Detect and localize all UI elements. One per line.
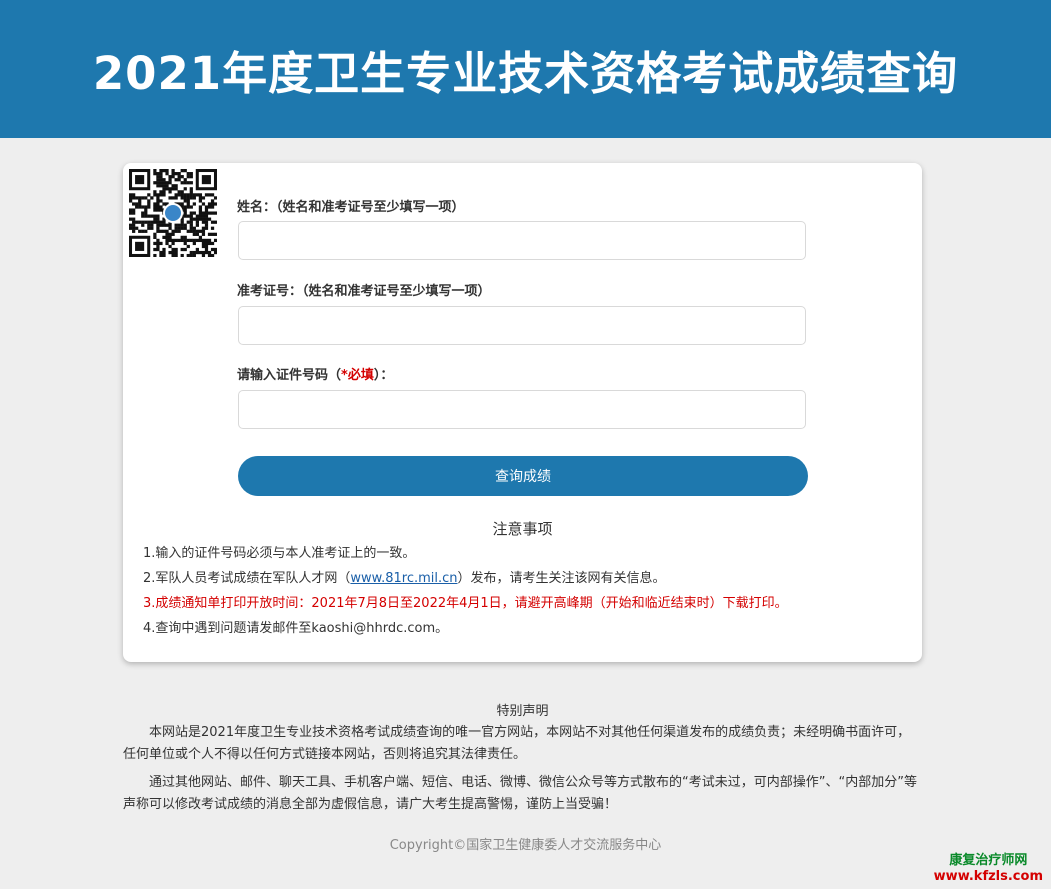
id-label-prefix: 请输入证件号码（ [237, 368, 342, 383]
ticket-number-input[interactable] [238, 306, 806, 345]
qr-code-icon [129, 169, 217, 257]
id-label-suffix: ）： [373, 368, 394, 383]
ticket-number-label: 准考证号：（姓名和准考证号至少填写一项） [237, 284, 491, 299]
notice-title: 注意事项 [492, 520, 553, 538]
name-input[interactable] [238, 221, 806, 260]
notice-list: 1.输入的证件号码必须与本人准考证上的一致。 2.军队人员考试成绩在军队人才网（… [143, 544, 913, 644]
notice-item-4: 4.查询中遇到问题请发邮件至kaoshi@hhrdc.com。 [143, 621, 449, 636]
page-title: 2021年度卫生专业技术资格考试成绩查询 [92, 46, 959, 100]
notice-item-2: 2.军队人员考试成绩在军队人才网（www.81rc.mil.cn）发布，请考生关… [143, 569, 913, 594]
id-number-input[interactable] [238, 390, 806, 429]
watermark-site-name: 康复治疗师网 [949, 853, 1028, 868]
notice-item-1: 1.输入的证件号码必须与本人准考证上的一致。 [143, 546, 416, 561]
declaration-title: 特别声明 [496, 704, 549, 719]
special-declaration: 特别声明 本网站是2021年度卫生专业技术资格考试成绩查询的唯一官方网站，本网站… [123, 700, 922, 822]
military-talent-link[interactable]: www.81rc.mil.cn [350, 571, 457, 586]
watermark: 康复治疗师网 www.kfzls.com [934, 853, 1043, 885]
query-score-button[interactable]: 查询成绩 [238, 456, 808, 496]
notice-item-2-suffix: ）发布，请考生关注该网有关信息。 [457, 571, 666, 586]
copyright: Copyright©国家卫生健康委人才交流服务中心 [389, 838, 662, 853]
notice-item-3: 3.成绩通知单打印开放时间：2021年7月8日至2022年4月1日，请避开高峰期… [143, 596, 788, 611]
header-banner: 2021年度卫生专业技术资格考试成绩查询 [0, 0, 1051, 138]
watermark-url: www.kfzls.com [933, 869, 1043, 884]
id-number-label: 请输入证件号码（*必填）： [237, 364, 393, 383]
notice-item-2-prefix: 2.军队人员考试成绩在军队人才网（ [143, 571, 351, 586]
declaration-paragraph-2: 通过其他网站、邮件、聊天工具、手机客户端、短信、电话、微博、微信公众号等方式散布… [123, 775, 917, 812]
required-mark: *必填 [341, 368, 374, 383]
declaration-paragraph-1: 本网站是2021年度卫生专业技术资格考试成绩查询的唯一官方网站，本网站不对其他任… [123, 725, 911, 762]
query-form-card: 姓名：（姓名和准考证号至少填写一项） 准考证号：（姓名和准考证号至少填写一项） … [123, 163, 922, 662]
name-label: 姓名：（姓名和准考证号至少填写一项） [237, 200, 465, 215]
